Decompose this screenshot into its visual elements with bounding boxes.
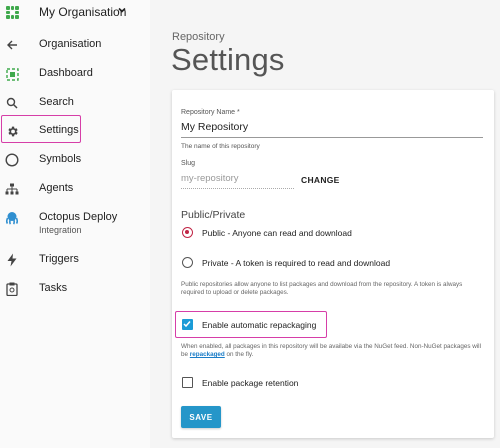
sidebar-item-label: Triggers	[39, 253, 79, 265]
repo-name-underline	[181, 137, 483, 138]
sidebar-item-label: Symbols	[39, 153, 82, 165]
change-slug-button[interactable]: CHANGE	[301, 175, 340, 185]
sidebar-item-symbols[interactable]: Symbols	[0, 145, 150, 173]
slug-underline	[181, 188, 294, 189]
clipboard-icon	[4, 281, 20, 297]
save-button[interactable]: SAVE	[181, 406, 221, 428]
sidebar-item-organisation[interactable]: Organisation	[0, 30, 150, 58]
sidebar-item-settings[interactable]: Settings	[0, 116, 150, 144]
repackaged-link[interactable]: repackaged	[190, 351, 225, 358]
sidebar-item-agents[interactable]: Agents	[0, 174, 150, 202]
chevron-down-icon	[118, 7, 126, 13]
octopus-grid-logo-icon	[6, 6, 19, 19]
lightning-icon	[4, 252, 20, 268]
checkmark-icon	[183, 321, 191, 328]
sidebar-item-octopus-deploy[interactable]: Octopus Deploy Integration	[0, 203, 150, 239]
sidebar-item-label: Dashboard	[39, 67, 93, 79]
public-radio-label[interactable]: Public - Anyone can read and download	[202, 228, 352, 238]
private-radio-label[interactable]: Private - A token is required to read an…	[202, 258, 390, 268]
sidebar-item-label: Settings	[39, 124, 79, 136]
repo-name-label: Repository Name *	[181, 109, 240, 116]
sidebar-item-sublabel: Integration	[39, 225, 82, 235]
retention-checkbox[interactable]	[182, 377, 193, 388]
retention-label[interactable]: Enable package retention	[202, 378, 298, 388]
slug-field[interactable]: my-repository	[181, 173, 239, 184]
repackaging-info-text: When enabled, all packages in this repos…	[181, 343, 483, 359]
dashboard-icon	[4, 66, 20, 82]
private-radio[interactable]	[182, 257, 193, 268]
gear-icon	[4, 123, 20, 139]
repo-name-hint: The name of this repository	[181, 143, 260, 150]
circle-icon	[4, 152, 20, 168]
sidebar-item-label: Tasks	[39, 282, 68, 294]
organisation-switcher[interactable]: My Organisation	[0, 0, 150, 26]
slug-label: Slug	[181, 160, 196, 167]
sidebar-item-label: Agents	[39, 182, 74, 194]
repackaging-label[interactable]: Enable automatic repackaging	[202, 320, 316, 330]
repackaging-info-after: on the fly.	[224, 351, 254, 358]
arrow-left-icon	[4, 37, 20, 53]
sidebar: My Organisation Organisation Dashboard S…	[0, 0, 150, 448]
sidebar-item-label: Octopus Deploy	[39, 211, 118, 223]
organisation-name: My Organisation	[39, 5, 127, 19]
sidebar-item-search[interactable]: Search	[0, 88, 150, 116]
sidebar-item-triggers[interactable]: Triggers	[0, 245, 150, 273]
sidebar-item-label: Organisation	[39, 38, 102, 50]
sitemap-icon	[4, 181, 20, 197]
public-radio[interactable]	[182, 227, 193, 238]
sidebar-item-tasks[interactable]: Tasks	[0, 274, 150, 302]
visibility-section-title: Public/Private	[181, 209, 246, 221]
repo-name-input[interactable]: My Repository	[181, 121, 248, 133]
page-title: Settings	[171, 42, 285, 77]
visibility-info-text: Public repositories allow anyone to list…	[181, 281, 463, 296]
repackaging-checkbox[interactable]	[182, 319, 193, 330]
sidebar-item-label: Search	[39, 96, 74, 108]
search-icon	[4, 95, 20, 111]
octopus-icon	[4, 210, 20, 226]
sidebar-item-dashboard[interactable]: Dashboard	[0, 59, 150, 87]
